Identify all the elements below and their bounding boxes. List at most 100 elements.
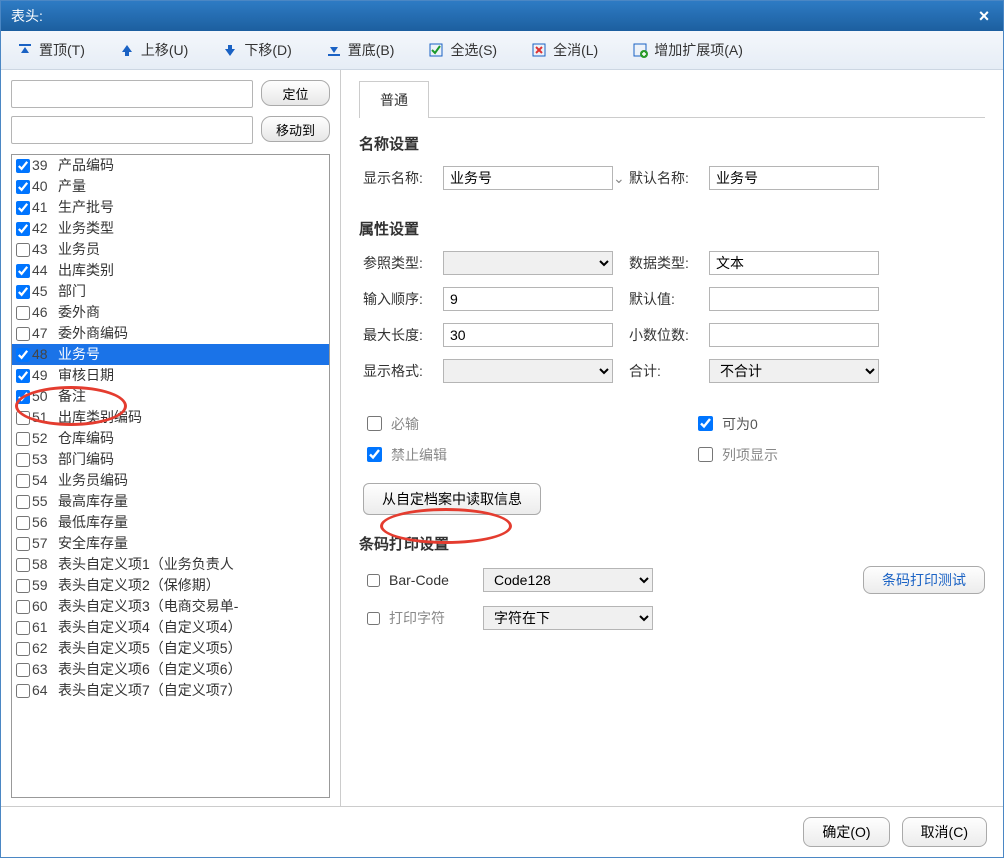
up-icon (119, 42, 135, 58)
list-item-checkbox[interactable] (16, 516, 30, 530)
list-item-checkbox[interactable] (16, 264, 30, 278)
tab-general[interactable]: 普通 (359, 81, 429, 118)
list-item[interactable]: 50备注 (12, 386, 329, 407)
list-item[interactable]: 46委外商 (12, 302, 329, 323)
cancel-button[interactable]: 取消(C) (902, 817, 987, 847)
list-item[interactable]: 62表头自定义项5（自定义项5） (12, 638, 329, 659)
list-item-checkbox[interactable] (16, 390, 30, 404)
barcode-checkbox[interactable]: Bar-Code (363, 571, 483, 590)
list-item[interactable]: 42业务类型 (12, 218, 329, 239)
list-item[interactable]: 39产品编码 (12, 155, 329, 176)
list-item-label: 委外商编码 (58, 323, 128, 344)
tab-row: 普通 (359, 80, 985, 118)
list-item[interactable]: 41生产批号 (12, 197, 329, 218)
list-item-checkbox[interactable] (16, 201, 30, 215)
list-item-checkbox[interactable] (16, 327, 30, 341)
list-item-checkbox[interactable] (16, 579, 30, 593)
close-icon[interactable]: × (975, 7, 993, 25)
list-item[interactable]: 63表头自定义项6（自定义项6） (12, 659, 329, 680)
list-item[interactable]: 48业务号 (12, 344, 329, 365)
list-item-checkbox[interactable] (16, 537, 30, 551)
field-listbox[interactable]: 39产品编码40产量41生产批号42业务类型43业务员44出库类别45部门46委… (11, 154, 330, 798)
toolbar-top-button[interactable]: 置顶(T) (11, 37, 91, 63)
list-item-checkbox[interactable] (16, 306, 30, 320)
display-format-label: 显示格式: (363, 361, 443, 381)
list-item-checkbox[interactable] (16, 642, 30, 656)
total-select[interactable]: 不合计 (709, 359, 879, 383)
max-len-input[interactable] (443, 323, 613, 347)
list-item[interactable]: 55最高库存量 (12, 491, 329, 512)
list-item-checkbox[interactable] (16, 663, 30, 677)
list-item-checkbox[interactable] (16, 558, 30, 572)
list-item-num: 50 (32, 386, 58, 407)
display-format-select[interactable] (443, 359, 613, 383)
list-item[interactable]: 53部门编码 (12, 449, 329, 470)
data-type-input[interactable] (709, 251, 879, 275)
ok-button[interactable]: 确定(O) (803, 817, 889, 847)
list-item-num: 58 (32, 554, 58, 575)
dropdown-icon[interactable]: ⌄ (613, 170, 629, 187)
printchar-select[interactable]: 字符在下 (483, 606, 653, 630)
list-item-checkbox[interactable] (16, 159, 30, 173)
list-item[interactable]: 61表头自定义项4（自定义项4） (12, 617, 329, 638)
bottom-icon (326, 42, 342, 58)
list-item-label: 业务员 (58, 239, 100, 260)
list-item-checkbox[interactable] (16, 180, 30, 194)
ref-type-select[interactable] (443, 251, 613, 275)
attr-form: 参照类型: 数据类型: 输入顺序: 默认值: 最大长度: 小数位数: 显示格式:… (363, 251, 985, 383)
list-item[interactable]: 44出库类别 (12, 260, 329, 281)
toolbar-up-button[interactable]: 上移(U) (113, 37, 194, 63)
toolbar-addext-button[interactable]: 增加扩展项(A) (626, 37, 749, 63)
list-item[interactable]: 49审核日期 (12, 365, 329, 386)
moveto-input[interactable] (11, 116, 253, 144)
list-item[interactable]: 60表头自定义项3（电商交易单- (12, 596, 329, 617)
default-value-input[interactable] (709, 287, 879, 311)
columnshow-checkbox[interactable]: 列项显示 (694, 444, 985, 465)
default-name-input[interactable] (709, 166, 879, 190)
list-item-checkbox[interactable] (16, 222, 30, 236)
list-item-checkbox[interactable] (16, 600, 30, 614)
display-name-input[interactable] (443, 166, 613, 190)
allowzero-checkbox[interactable]: 可为0 (694, 413, 985, 434)
list-item-checkbox[interactable] (16, 684, 30, 698)
list-item-checkbox[interactable] (16, 285, 30, 299)
list-item-checkbox[interactable] (16, 621, 30, 635)
locate-button[interactable]: 定位 (261, 80, 330, 106)
lockedit-checkbox[interactable]: 禁止编辑 (363, 444, 654, 465)
locate-input[interactable] (11, 80, 253, 108)
list-item-checkbox[interactable] (16, 495, 30, 509)
list-item[interactable]: 45部门 (12, 281, 329, 302)
list-item[interactable]: 43业务员 (12, 239, 329, 260)
list-item-checkbox[interactable] (16, 348, 30, 362)
list-item-checkbox[interactable] (16, 411, 30, 425)
list-item[interactable]: 64表头自定义项7（自定义项7） (12, 680, 329, 701)
read-archive-button[interactable]: 从自定档案中读取信息 (363, 483, 541, 515)
list-item[interactable]: 52仓库编码 (12, 428, 329, 449)
list-item-checkbox[interactable] (16, 243, 30, 257)
list-item[interactable]: 59表头自定义项2（保修期） (12, 575, 329, 596)
list-item[interactable]: 47委外商编码 (12, 323, 329, 344)
attr-section-title: 属性设置 (359, 218, 985, 239)
moveto-button[interactable]: 移动到 (261, 116, 330, 142)
toolbar-selectall-button[interactable]: 全选(S) (422, 37, 503, 63)
list-item[interactable]: 58表头自定义项1（业务负责人 (12, 554, 329, 575)
toolbar-down-button[interactable]: 下移(D) (216, 37, 297, 63)
toolbar-deselectall-button[interactable]: 全消(L) (525, 37, 604, 63)
list-item[interactable]: 51出库类别编码 (12, 407, 329, 428)
list-item[interactable]: 40产量 (12, 176, 329, 197)
list-item[interactable]: 56最低库存量 (12, 512, 329, 533)
barcode-test-print-button[interactable]: 条码打印测试 (863, 566, 985, 594)
list-item-checkbox[interactable] (16, 432, 30, 446)
list-item-checkbox[interactable] (16, 474, 30, 488)
list-item-checkbox[interactable] (16, 453, 30, 467)
input-order-input[interactable] (443, 287, 613, 311)
toolbar-bottom-button[interactable]: 置底(B) (320, 37, 401, 63)
barcode-type-select[interactable]: Code128 (483, 568, 653, 592)
window-title: 表头: (11, 6, 975, 26)
printchar-checkbox[interactable]: 打印字符 (363, 608, 483, 628)
required-checkbox[interactable]: 必输 (363, 413, 654, 434)
list-item[interactable]: 54业务员编码 (12, 470, 329, 491)
decimals-input[interactable] (709, 323, 879, 347)
list-item[interactable]: 57安全库存量 (12, 533, 329, 554)
list-item-checkbox[interactable] (16, 369, 30, 383)
